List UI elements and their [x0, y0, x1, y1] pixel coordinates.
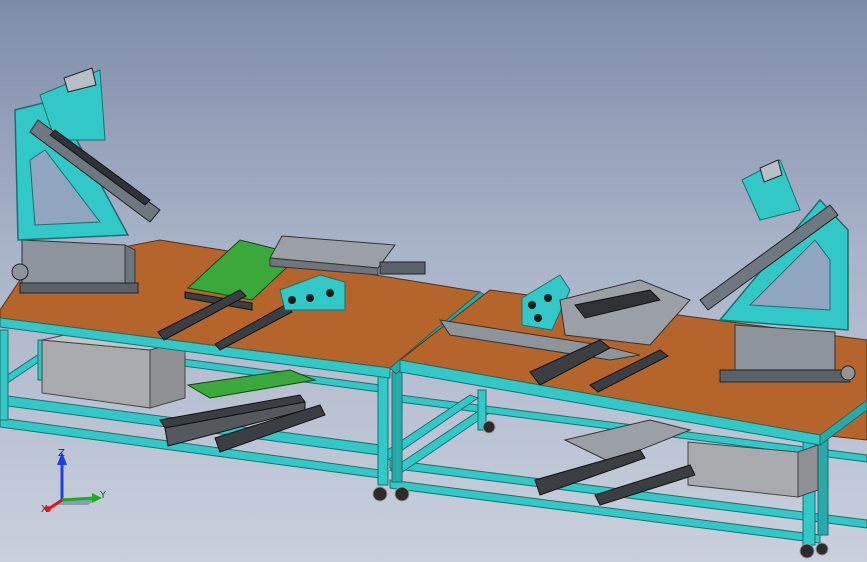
axis-z-label: Z — [58, 448, 65, 459]
lower-fixture-drawer-right — [534, 419, 696, 506]
axis-y-icon — [61, 496, 95, 502]
right-robot-base — [719, 324, 856, 383]
axis-y-label: Y — [99, 490, 107, 501]
assembly-scene[interactable]: Z Y X — [0, 0, 867, 562]
left-robot-arm — [14, 67, 161, 241]
right-robot-arm — [699, 159, 849, 331]
axis-x-label: X — [41, 504, 48, 515]
left-robot-base — [11, 239, 139, 294]
cad-viewport[interactable]: Z Y X — [0, 0, 867, 562]
coordinate-triad: Z Y X — [41, 448, 107, 515]
